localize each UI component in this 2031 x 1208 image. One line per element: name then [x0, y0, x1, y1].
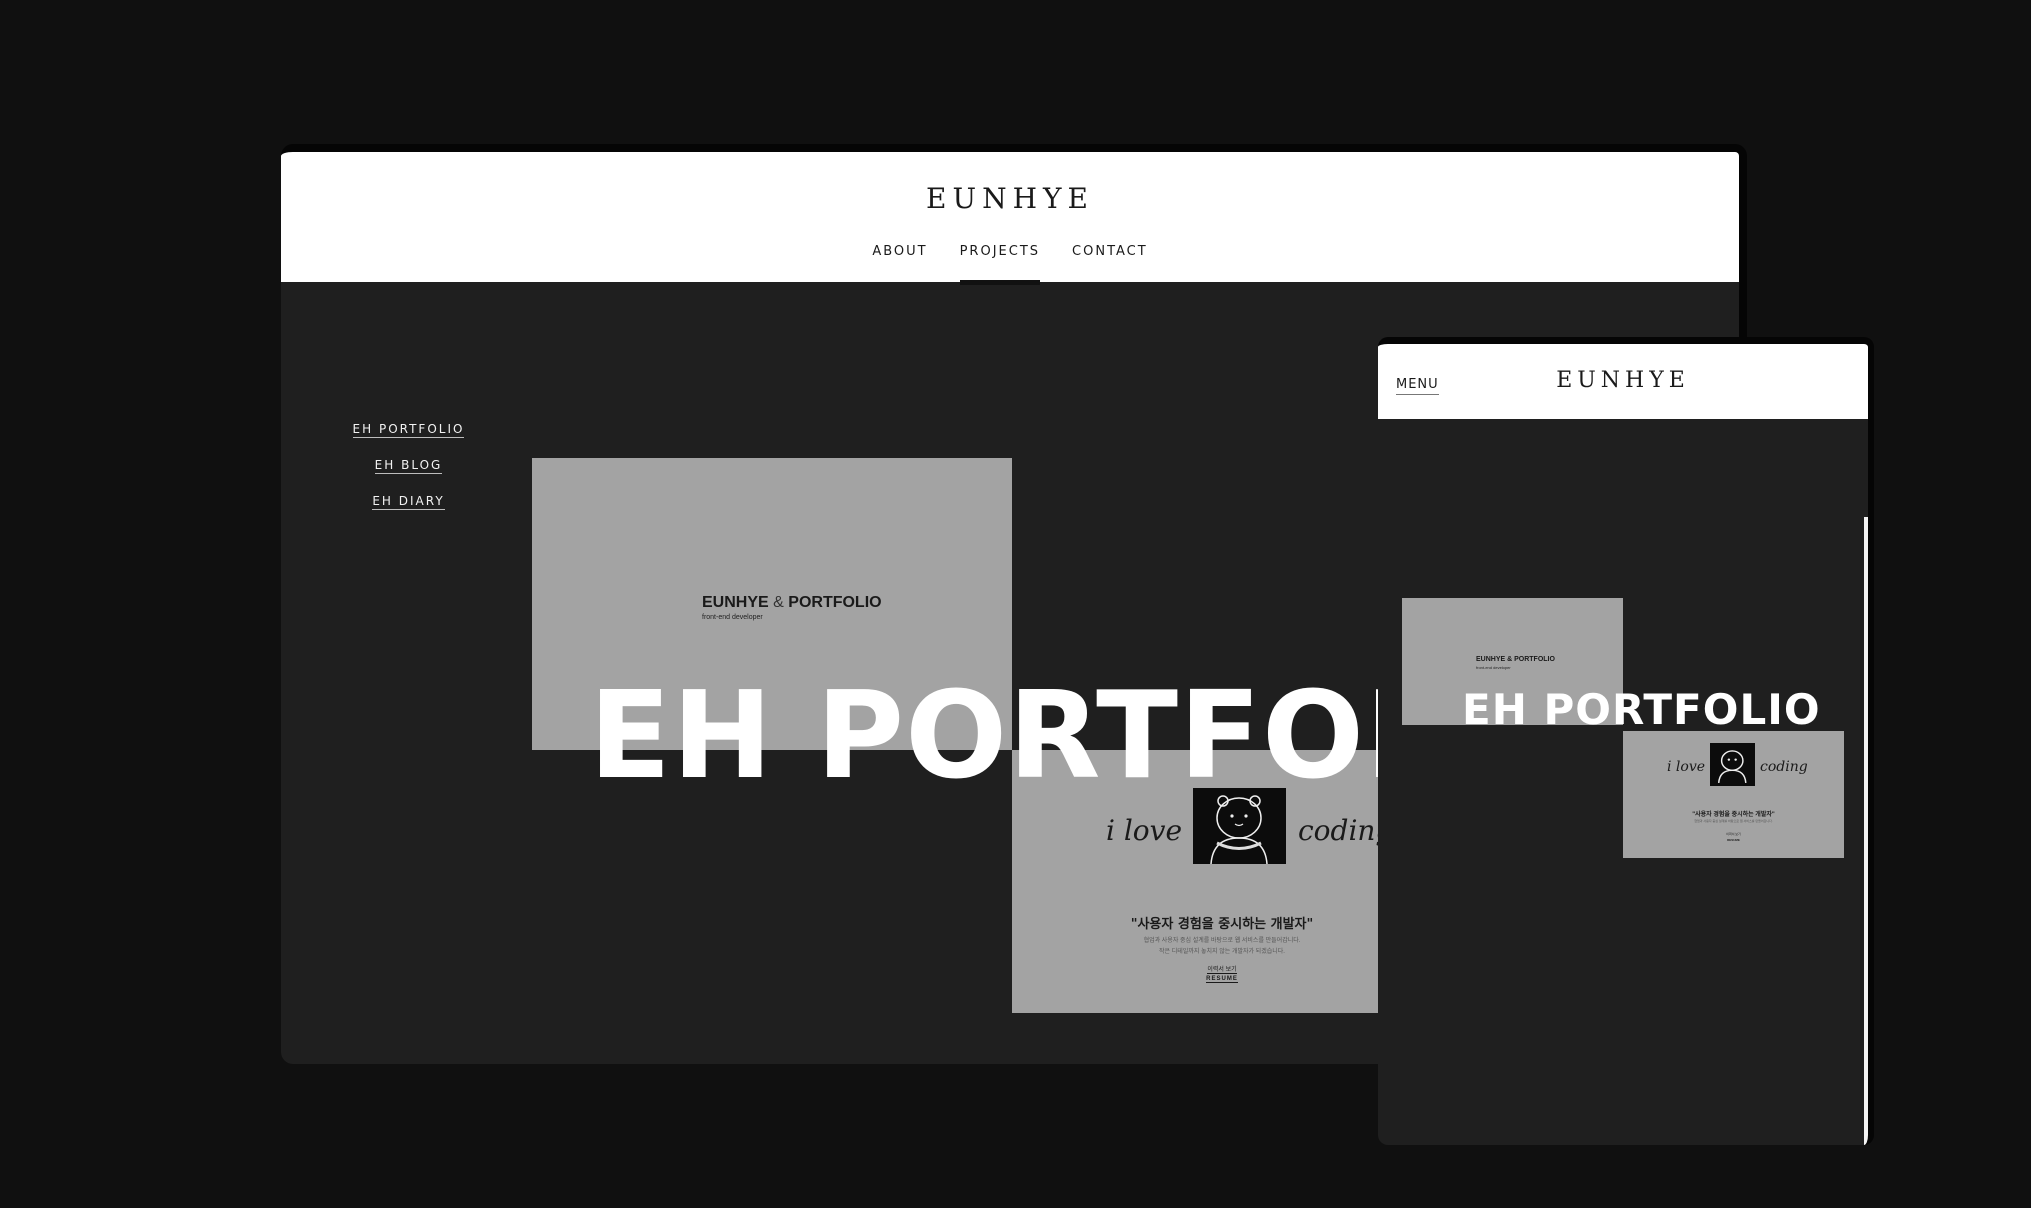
side-link-blog[interactable]: EH BLOG: [374, 458, 443, 474]
mobile-script-coding: coding: [1760, 759, 1808, 775]
mobile-resume-link[interactable]: RESUME: [1623, 838, 1844, 842]
project-side-links: EH PORTFOLIO EH BLOG EH DIARY: [351, 422, 466, 510]
mobile-card-quote: "사용자 경험을 중시하는 개발자": [1692, 812, 1775, 818]
nav-projects[interactable]: PROJECTS: [959, 244, 1041, 285]
mobile-about-card[interactable]: i love coding "사용자 경험을 중시하는 개발자" 협업과 사용자…: [1623, 731, 1844, 858]
mobile-card-brand: EUNHYE & PORTFOLIO: [1476, 656, 1555, 663]
mobile-header: MENU EUNHYE: [1378, 344, 1868, 419]
card-description: 협업과 사용자 중심 설계를 바탕으로 웹 서비스를 만들어갑니다. 작은 디테…: [1143, 938, 1301, 955]
mobile-hero-title: EH PORTFOLIO: [1462, 685, 1821, 734]
script-i-love: i love: [1106, 814, 1183, 847]
mobile-mockup: MENU EUNHYE EUNHYE & PORTFOLIO front-end…: [1378, 337, 1874, 1145]
mobile-scrollbar[interactable]: [1864, 517, 1868, 1145]
resume-link-ko[interactable]: 이력서 보기: [1012, 964, 1432, 974]
mobile-card-subtitle: front-end developer: [1476, 665, 1511, 670]
card-brand: EUNHYE & PORTFOLIO: [702, 594, 882, 611]
mobile-resume-link-ko[interactable]: 이력서 보기: [1623, 832, 1844, 836]
nav-about[interactable]: ABOUT: [872, 244, 927, 285]
card-subtitle: front-end developer: [702, 614, 763, 621]
desktop-header: EUNHYE ABOUT PROJECTS CONTACT: [281, 152, 1739, 285]
mobile-script-i-love: i love: [1667, 759, 1706, 775]
resume-link[interactable]: RESUME: [1012, 976, 1432, 983]
mobile-card-description: 협업과 사용자 중심 설계를 바탕으로 웹 서비스를 만들어갑니다.: [1694, 819, 1773, 823]
side-link-portfolio[interactable]: EH PORTFOLIO: [352, 422, 465, 438]
site-logo[interactable]: EUNHYE: [281, 182, 1739, 215]
main-nav: ABOUT PROJECTS CONTACT: [281, 244, 1739, 285]
card-quote: "사용자 경험을 중시하는 개발자": [1130, 917, 1314, 932]
side-link-diary[interactable]: EH DIARY: [372, 494, 445, 510]
nav-contact[interactable]: CONTACT: [1072, 244, 1148, 285]
mobile-avatar-illustration: [1710, 743, 1755, 786]
mobile-site-logo[interactable]: EUNHYE: [1378, 368, 1868, 393]
